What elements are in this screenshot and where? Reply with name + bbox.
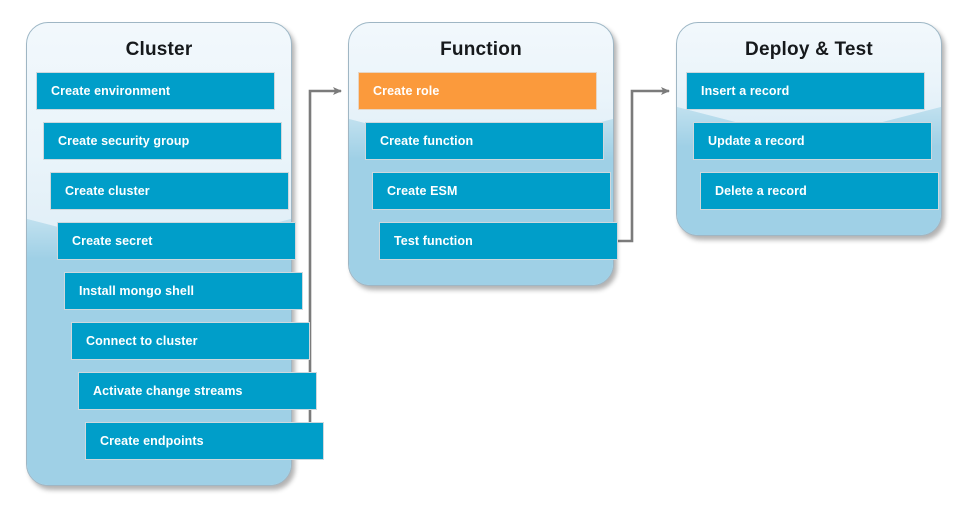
task-chip[interactable]: Create security group [43,122,282,160]
workflow-diagram: Cluster Function Deploy & Test Create envi… [0,0,965,505]
task-chip[interactable]: Create role [358,72,597,110]
group-title-function: Function [440,39,522,60]
group-title-deploy-test: Deploy & Test [745,39,873,60]
task-chip[interactable]: Insert a record [686,72,925,110]
task-chip[interactable]: Create secret [57,222,296,260]
task-chip[interactable]: Connect to cluster [71,322,310,360]
task-chip[interactable]: Activate change streams [78,372,317,410]
task-chip[interactable]: Delete a record [700,172,939,210]
task-chip[interactable]: Create cluster [50,172,289,210]
group-title-cluster: Cluster [125,39,193,60]
task-chip[interactable]: Create ESM [372,172,611,210]
task-chip[interactable]: Create endpoints [85,422,324,460]
task-chip[interactable]: Install mongo shell [64,272,303,310]
task-chip[interactable]: Test function [379,222,618,260]
connector-function-to-deploy-test [614,87,670,243]
task-chip[interactable]: Update a record [693,122,932,160]
task-chip[interactable]: Create function [365,122,604,160]
task-chip[interactable]: Create environment [36,72,275,110]
